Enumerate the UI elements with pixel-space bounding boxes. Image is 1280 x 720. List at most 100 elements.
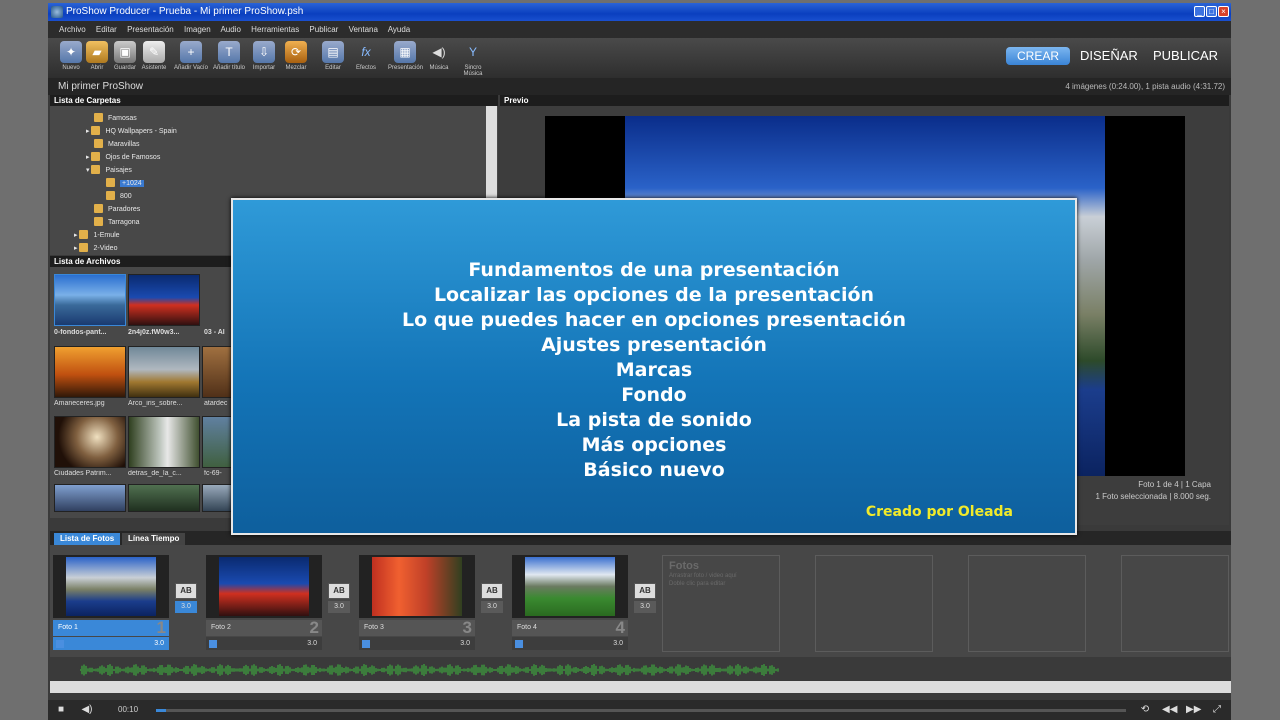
crear-mode-button[interactable]: CREAR bbox=[1006, 47, 1070, 65]
toolbar-music-button[interactable]: ◀) Música bbox=[422, 40, 456, 76]
folder-icon bbox=[94, 217, 103, 226]
slide-3[interactable]: Foto 3 3 3.0 AB 3.0 bbox=[359, 553, 503, 653]
folder-item[interactable]: ▸ HQ Wallpapers - Spain bbox=[86, 125, 177, 138]
file-thumbnail[interactable] bbox=[128, 416, 200, 468]
folder-item[interactable]: ▸ Ojos de Famosos bbox=[86, 151, 160, 164]
fullscreen-icon[interactable]: ⤢ bbox=[1210, 703, 1224, 717]
save-icon: ▣ bbox=[114, 41, 136, 63]
slide-play-icon[interactable] bbox=[56, 640, 64, 648]
file-thumbnail[interactable] bbox=[54, 416, 126, 468]
transition-icon: AB bbox=[328, 583, 350, 599]
close-button[interactable]: × bbox=[1218, 6, 1229, 17]
horizontal-scrollbar[interactable] bbox=[50, 681, 1231, 693]
volume-icon[interactable]: ◀) bbox=[80, 703, 94, 717]
toolbar-add-title-button[interactable]: T Añadir título bbox=[212, 40, 246, 76]
window-title: ProShow Producer - Prueba - Mi primer Pr… bbox=[66, 6, 304, 17]
file-name: 0-fondos-pant... bbox=[54, 329, 107, 336]
transition-3[interactable]: AB 3.0 bbox=[481, 583, 503, 614]
transition-1[interactable]: AB 3.0 bbox=[175, 583, 197, 614]
rewind-icon[interactable]: ◀◀ bbox=[1162, 703, 1177, 717]
title-overlay: Fundamentos de una presentación Localiza… bbox=[231, 198, 1077, 535]
slide-play-icon[interactable] bbox=[209, 640, 217, 648]
overlay-lines: Fundamentos de una presentación Localiza… bbox=[233, 258, 1075, 483]
file-thumbnail[interactable] bbox=[54, 346, 126, 398]
file-thumbnail[interactable] bbox=[54, 274, 126, 326]
empty-slide-slot[interactable] bbox=[815, 555, 933, 652]
empty-slide-slot[interactable]: Fotos Arrastrar foto / video aquí Doble cl… bbox=[662, 555, 780, 652]
file-thumbnail[interactable] bbox=[128, 274, 200, 326]
slide-label: Foto 3 bbox=[364, 624, 384, 631]
file-thumbnail[interactable] bbox=[54, 484, 126, 512]
file-name: Arco_iris_sobre... bbox=[128, 400, 183, 407]
edit-icon: ▤ bbox=[322, 41, 344, 63]
transition-4[interactable]: AB 3.0 bbox=[634, 583, 656, 614]
menu-imagen[interactable]: Imagen bbox=[184, 25, 211, 34]
folder-item[interactable]: ▸ 1-Emule bbox=[74, 229, 120, 242]
file-thumbnail[interactable] bbox=[202, 346, 232, 398]
toolbar-sync-music-button[interactable]: Y Sincro Música bbox=[456, 40, 490, 77]
file-thumbnail[interactable] bbox=[202, 484, 232, 512]
slide-1[interactable]: Foto 1 1 3.0 AB 3.0 bbox=[53, 553, 197, 653]
slide-play-icon[interactable] bbox=[362, 640, 370, 648]
folder-item[interactable]: Famosas bbox=[94, 112, 137, 125]
folder-icon bbox=[91, 152, 101, 161]
folder-item[interactable]: Paradores bbox=[94, 203, 140, 216]
minimize-button[interactable]: _ bbox=[1194, 6, 1205, 17]
menu-publicar[interactable]: Publicar bbox=[309, 25, 338, 34]
file-thumbnail[interactable] bbox=[128, 346, 200, 398]
add-title-icon: T bbox=[218, 41, 240, 63]
disenar-mode-button[interactable]: DISEÑAR bbox=[1080, 47, 1138, 65]
file-thumbnail[interactable] bbox=[128, 484, 200, 512]
slide-thumbnail bbox=[206, 555, 322, 618]
toolbar-add-blank-button[interactable]: + Añadir Vacío bbox=[174, 40, 208, 76]
transition-icon: AB bbox=[175, 583, 197, 599]
folder-item[interactable]: ▸ 2-Video bbox=[74, 242, 117, 255]
stop-icon[interactable]: ■ bbox=[54, 703, 68, 717]
slide-play-icon[interactable] bbox=[515, 640, 523, 648]
slide-2[interactable]: Foto 2 2 3.0 AB 3.0 bbox=[206, 553, 350, 653]
slide-duration: 3.0 bbox=[154, 640, 164, 647]
menu-herramientas[interactable]: Herramientas bbox=[251, 25, 299, 34]
transition-duration: 3.0 bbox=[634, 601, 656, 613]
folder-item[interactable]: ▾ Paisajes bbox=[86, 164, 132, 177]
empty-slide-slot[interactable] bbox=[968, 555, 1086, 652]
tab-lista-de-fotos[interactable]: Lista de Fotos bbox=[54, 533, 121, 545]
slide-thumbnail bbox=[512, 555, 628, 618]
transition-2[interactable]: AB 3.0 bbox=[328, 583, 350, 614]
audio-track[interactable] bbox=[50, 659, 1231, 681]
publicar-mode-button[interactable]: PUBLICAR bbox=[1153, 47, 1218, 65]
playback-progress[interactable] bbox=[156, 709, 1126, 712]
toolbar-effects-button[interactable]: fx Efectos bbox=[349, 40, 383, 76]
folder-item[interactable]: Tarragona bbox=[94, 216, 140, 229]
menu-archivo[interactable]: Archivo bbox=[59, 25, 86, 34]
menu-audio[interactable]: Audio bbox=[220, 25, 240, 34]
folder-item[interactable]: 800 bbox=[106, 190, 132, 203]
folder-item[interactable]: Maravillas bbox=[94, 138, 140, 151]
menu-presentacion[interactable]: Presentación bbox=[127, 25, 174, 34]
toolbar-edit-button[interactable]: ▤ Editar bbox=[316, 40, 350, 76]
toolbar-wizard-button[interactable]: ✎ Asistente bbox=[137, 40, 171, 76]
toolbar-shuffle-button[interactable]: ⟳ Mezclar bbox=[279, 40, 313, 76]
slide-4[interactable]: Foto 4 4 3.0 AB 3.0 bbox=[512, 553, 656, 653]
file-thumbnail[interactable] bbox=[202, 416, 232, 468]
toolbar-presentation-button[interactable]: ▦ Presentación bbox=[388, 40, 423, 76]
folder-item-selected[interactable]: +1024 bbox=[106, 177, 144, 190]
overlay-line: Localizar las opciones de la presentació… bbox=[433, 284, 875, 306]
maximize-button[interactable]: □ bbox=[1206, 6, 1217, 17]
overlay-line: Lo que puedes hacer en opciones presenta… bbox=[402, 309, 906, 331]
slide-duration: 3.0 bbox=[613, 640, 623, 647]
slide-duration: 3.0 bbox=[307, 640, 317, 647]
menu-editar[interactable]: Editar bbox=[96, 25, 117, 34]
menu-ayuda[interactable]: Ayuda bbox=[388, 25, 411, 34]
empty-slide-slot[interactable] bbox=[1121, 555, 1229, 652]
tab-linea-tiempo[interactable]: Línea Tiempo bbox=[122, 533, 186, 545]
menu-ventana[interactable]: Ventana bbox=[349, 25, 378, 34]
slide-label: Foto 4 bbox=[517, 624, 537, 631]
toolbar-import-button[interactable]: ⇩ Importar bbox=[247, 40, 281, 76]
new-icon: ✦ bbox=[60, 41, 82, 63]
transition-icon: AB bbox=[481, 583, 503, 599]
loop-icon[interactable]: ⟲ bbox=[1138, 703, 1152, 717]
preview-title: Previo bbox=[500, 95, 1229, 106]
import-icon: ⇩ bbox=[253, 41, 275, 63]
fast-forward-icon[interactable]: ▶▶ bbox=[1186, 703, 1201, 717]
